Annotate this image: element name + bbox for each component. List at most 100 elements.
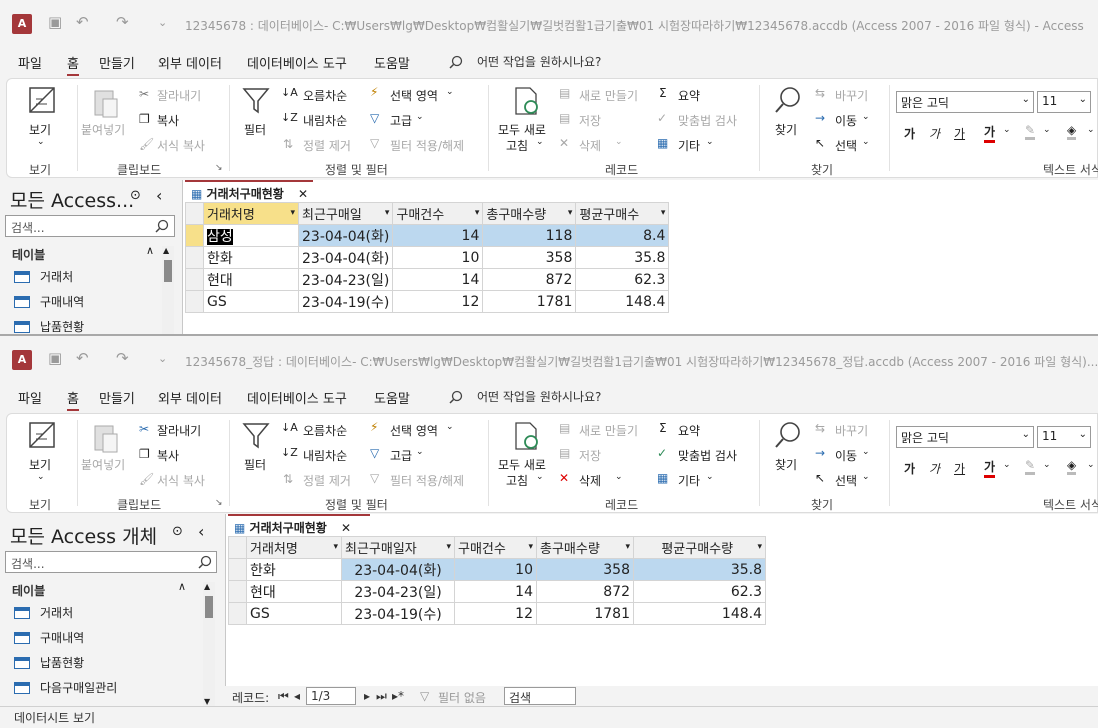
nav-item-구매내역[interactable]: 구매내역 [14, 293, 84, 310]
save-icon[interactable]: ▣ [48, 13, 62, 31]
selection-button[interactable]: 선택 영역 [390, 422, 438, 439]
column-header-총구매수량[interactable]: 총구매수량 ▾ [482, 202, 577, 225]
column-filter-icon[interactable]: ▾ [757, 542, 762, 552]
cell[interactable]: 한화 [246, 558, 342, 581]
column-header-최근구매일[interactable]: 최근구매일 ▾ [297, 202, 394, 225]
row-selector[interactable] [185, 224, 204, 247]
table-row[interactable]: GS 23-04-19(수) 12 1781 148.4 [185, 290, 670, 313]
fill-color-icon[interactable]: ◈ [1067, 123, 1077, 140]
refresh-all-button[interactable]: 모두 새로 [498, 121, 546, 138]
menu-file[interactable]: 파일 [18, 388, 42, 407]
highlight-icon[interactable]: ✎ [1025, 123, 1036, 140]
cell[interactable]: 현대 [246, 580, 342, 603]
cell[interactable]: 118 [482, 224, 577, 247]
cell[interactable]: 872 [482, 268, 577, 291]
select-all-corner[interactable] [185, 202, 204, 225]
totals-button[interactable]: 요약 [678, 87, 700, 104]
table-row[interactable]: 한화 23-04-04(화) 10 358 35.8 [185, 246, 670, 269]
advanced-dropdown-icon[interactable]: ⌄ [416, 112, 424, 122]
scroll-down-icon[interactable]: ▼ [204, 697, 210, 706]
column-filter-icon[interactable]: ▾ [661, 208, 666, 218]
sort-descending-button[interactable]: 내림차순 [303, 447, 347, 464]
font-size-select[interactable]: 11 ⌄ [1037, 91, 1091, 113]
sort-ascending-button[interactable]: 오름차순 [303, 87, 347, 104]
cell[interactable]: 23-04-23(일) [297, 268, 394, 291]
nav-section-tables[interactable]: 테이블 [12, 246, 45, 263]
refresh-all-icon[interactable] [511, 420, 541, 452]
find-button[interactable]: 찾기 [775, 121, 797, 138]
copy-button[interactable]: 복사 [157, 447, 179, 464]
cell[interactable]: 한화 [203, 246, 299, 269]
column-filter-icon[interactable]: ▾ [290, 208, 295, 218]
undo-icon[interactable]: ↶ [76, 349, 89, 367]
cell[interactable]: 23-04-04(화) [297, 246, 394, 269]
bold-button[interactable]: 가 [904, 125, 915, 142]
goto-button[interactable]: 이동 [835, 447, 857, 464]
clipboard-launcher-icon[interactable]: ↘ [215, 498, 223, 508]
close-tab-icon[interactable]: ✕ [341, 521, 351, 535]
save-icon[interactable]: ▣ [48, 349, 62, 367]
column-filter-icon[interactable]: ▾ [475, 208, 480, 218]
filter-button[interactable]: 필터 [244, 456, 266, 473]
prev-record-icon[interactable]: ◂ [294, 689, 300, 703]
table-row[interactable]: 현대 23-04-23(일) 14 872 62.3 [228, 580, 766, 603]
fill-color-dropdown-icon[interactable]: ⌄ [1087, 460, 1095, 470]
refresh-dropdown-icon[interactable]: ⌄ [536, 137, 544, 147]
menu-database-tools[interactable]: 데이터베이스 도구 [247, 388, 347, 407]
scroll-up-icon[interactable]: ▲ [163, 246, 169, 255]
table-row[interactable]: 현대 23-04-23(일) 14 872 62.3 [185, 268, 670, 291]
font-color-button[interactable]: 가 [984, 458, 996, 478]
font-size-select[interactable]: 11 ⌄ [1037, 426, 1091, 448]
cell[interactable]: 35.8 [575, 246, 670, 269]
cell[interactable]: 23-04-19(수) [341, 602, 455, 625]
nav-item-납품현황[interactable]: 납품현황 [14, 318, 84, 334]
more-dropdown-icon[interactable]: ⌄ [706, 137, 714, 147]
cell[interactable]: GS [203, 290, 299, 313]
cell[interactable]: 23-04-04(화) [341, 558, 455, 581]
cell[interactable]: 현대 [203, 268, 299, 291]
highlight-icon[interactable]: ✎ [1025, 458, 1036, 475]
select-all-corner[interactable] [228, 536, 247, 559]
new-record-nav-icon[interactable]: ▸* [392, 689, 404, 703]
menu-create[interactable]: 만들기 [99, 53, 135, 72]
column-filter-icon[interactable]: ▾ [333, 542, 338, 552]
nav-item-거래처[interactable]: 거래처 [14, 268, 73, 285]
highlight-dropdown-icon[interactable]: ⌄ [1043, 125, 1051, 135]
cell[interactable]: 62.3 [633, 580, 766, 603]
spelling-button[interactable]: 맞춤법 검사 [678, 447, 737, 464]
table-row[interactable]: GS 23-04-19(수) 12 1781 148.4 [228, 602, 766, 625]
menu-help[interactable]: 도움말 [374, 388, 410, 407]
more-button[interactable]: 기타 [678, 137, 700, 154]
undo-icon[interactable]: ↶ [76, 13, 89, 31]
column-header-구매건수[interactable]: 구매건수 ▾ [454, 536, 537, 559]
cell[interactable]: 872 [536, 580, 634, 603]
column-header-거래처명[interactable]: 거래처명 ▾ [203, 202, 299, 225]
refresh-all-icon[interactable] [511, 85, 541, 117]
scroll-up-icon[interactable]: ▲ [204, 582, 210, 591]
view-button[interactable]: 보기 [29, 456, 51, 473]
cell[interactable]: 35.8 [633, 558, 766, 581]
view-button[interactable]: 보기 [29, 121, 51, 138]
more-dropdown-icon[interactable]: ⌄ [706, 472, 714, 482]
row-selector[interactable] [228, 558, 247, 581]
cell[interactable]: 1781 [482, 290, 577, 313]
column-filter-icon[interactable]: ▾ [446, 542, 451, 552]
view-dropdown-icon[interactable]: ⌄ [37, 472, 45, 482]
selection-dropdown-icon[interactable]: ⌄ [446, 87, 454, 97]
refresh-all-button[interactable]: 모두 새로 [498, 456, 546, 473]
row-selector[interactable] [185, 290, 204, 313]
scroll-thumb[interactable] [205, 596, 213, 618]
view-icon[interactable] [27, 420, 57, 450]
cell[interactable]: 14 [392, 268, 484, 291]
cell[interactable]: 148.4 [575, 290, 670, 313]
filter-button[interactable]: 필터 [244, 121, 266, 138]
sort-ascending-button[interactable]: 오름차순 [303, 422, 347, 439]
close-tab-icon[interactable]: ✕ [298, 187, 308, 201]
row-selector[interactable] [185, 268, 204, 291]
column-header-구매건수[interactable]: 구매건수 ▾ [392, 202, 484, 225]
column-filter-icon[interactable]: ▾ [568, 208, 573, 218]
row-selector[interactable] [185, 246, 204, 269]
find-icon[interactable] [773, 85, 803, 115]
select-button[interactable]: 선택 [835, 472, 857, 489]
cell[interactable]: 12 [392, 290, 484, 313]
